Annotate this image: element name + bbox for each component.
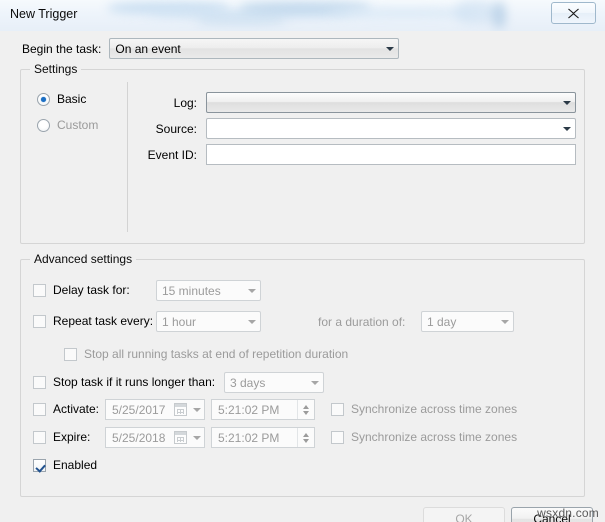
begin-task-label: Begin the task: bbox=[22, 41, 102, 56]
activate-label: Activate: bbox=[53, 402, 100, 416]
delay-task-select[interactable]: 15 minutes bbox=[156, 280, 261, 301]
begin-task-row: Begin the task: On an event bbox=[22, 38, 400, 59]
delay-task-value: 15 minutes bbox=[162, 283, 221, 298]
source-row: Source: bbox=[135, 118, 576, 139]
enabled-checkbox[interactable]: Enabled bbox=[33, 458, 97, 472]
chevron-down-icon bbox=[381, 46, 398, 51]
settings-separator bbox=[127, 82, 128, 232]
calendar-icon bbox=[174, 403, 187, 416]
repeat-interval-value: 1 hour bbox=[162, 314, 197, 329]
time-spinner-icon[interactable] bbox=[297, 400, 314, 419]
time-spinner-icon[interactable] bbox=[297, 428, 314, 447]
stop-longer-value: 3 days bbox=[230, 375, 266, 390]
enabled-label: Enabled bbox=[53, 458, 98, 472]
expire-checkbox[interactable]: Expire: bbox=[33, 430, 90, 444]
activate-time-picker[interactable]: 5:21:02 PM bbox=[211, 399, 315, 420]
chevron-down-icon bbox=[558, 126, 575, 131]
expire-date-value: 5/25/2018 bbox=[112, 430, 166, 445]
expire-sync-checkbox[interactable]: Synchronize across time zones bbox=[331, 430, 517, 444]
activate-checkbox[interactable]: Activate: bbox=[33, 402, 99, 416]
expire-time-picker[interactable]: 5:21:02 PM bbox=[211, 427, 315, 448]
settings-group: Settings Basic Custom Log: Source: Event… bbox=[20, 62, 585, 244]
titlebar-blur-artifact bbox=[330, 8, 480, 18]
begin-task-select[interactable]: On an event bbox=[109, 38, 400, 59]
expire-time-value: 5:21:02 PM bbox=[218, 430, 280, 445]
chevron-down-icon bbox=[558, 100, 575, 105]
radio-basic-indicator bbox=[37, 92, 50, 106]
close-button[interactable] bbox=[551, 2, 596, 24]
expire-date-picker[interactable]: 5/25/2018 bbox=[105, 427, 205, 448]
expire-label: Expire: bbox=[53, 430, 91, 444]
repeat-task-checkbox[interactable]: Repeat task every: bbox=[33, 314, 153, 328]
activate-time-value: 5:21:02 PM bbox=[218, 402, 280, 417]
radio-basic-label: Basic bbox=[57, 92, 87, 106]
chevron-down-icon bbox=[496, 319, 513, 324]
ok-button[interactable]: OK bbox=[423, 507, 505, 522]
activate-checkbox-indicator bbox=[33, 402, 46, 416]
duration-select[interactable]: 1 day bbox=[421, 311, 514, 332]
expire-sync-checkbox-indicator bbox=[331, 430, 344, 444]
delay-task-checkbox[interactable]: Delay task for: bbox=[33, 283, 130, 297]
source-label: Source: bbox=[155, 121, 197, 136]
dialog-content: Begin the task: On an event Settings Bas… bbox=[0, 31, 605, 522]
activate-date-value: 5/25/2017 bbox=[112, 402, 166, 417]
event-id-row: Event ID: bbox=[135, 144, 576, 165]
repeat-task-checkbox-indicator bbox=[33, 314, 46, 328]
new-trigger-dialog: New Trigger Begin the task: On an event … bbox=[0, 0, 605, 522]
repeat-interval-select[interactable]: 1 hour bbox=[156, 311, 261, 332]
advanced-settings-title: Advanced settings bbox=[30, 252, 137, 266]
chevron-down-icon bbox=[189, 435, 204, 440]
stop-longer-label: Stop task if it runs longer than: bbox=[53, 375, 216, 389]
radio-basic[interactable]: Basic bbox=[37, 92, 86, 106]
titlebar-blur-artifact bbox=[240, 1, 370, 14]
activate-date-picker[interactable]: 5/25/2017 bbox=[105, 399, 205, 420]
activate-sync-checkbox[interactable]: Synchronize across time zones bbox=[331, 402, 517, 416]
stop-repetition-checkbox-indicator bbox=[64, 347, 77, 361]
repeat-task-label: Repeat task every: bbox=[53, 314, 154, 328]
stop-longer-checkbox[interactable]: Stop task if it runs longer than: bbox=[33, 375, 215, 389]
titlebar-blur-artifact bbox=[196, 16, 286, 25]
titlebar-blur-artifact bbox=[150, 9, 350, 18]
title-bar: New Trigger bbox=[0, 0, 605, 32]
settings-group-title: Settings bbox=[30, 62, 82, 76]
chevron-down-icon bbox=[243, 319, 260, 324]
log-select[interactable] bbox=[206, 92, 576, 113]
event-id-label: Event ID: bbox=[147, 147, 197, 162]
chevron-down-icon bbox=[189, 407, 204, 412]
log-row: Log: bbox=[135, 92, 576, 113]
window-title: New Trigger bbox=[10, 7, 78, 21]
close-icon bbox=[567, 8, 580, 19]
activate-sync-label: Synchronize across time zones bbox=[351, 402, 518, 416]
titlebar-blur-artifact bbox=[108, 2, 228, 14]
watermark: wsxdn.com bbox=[537, 506, 599, 520]
radio-custom-indicator bbox=[37, 118, 50, 132]
begin-task-value: On an event bbox=[115, 41, 181, 56]
calendar-icon bbox=[174, 431, 187, 444]
duration-label: for a duration of: bbox=[318, 315, 406, 329]
delay-task-label: Delay task for: bbox=[53, 283, 130, 297]
delay-task-checkbox-indicator bbox=[33, 283, 46, 297]
stop-longer-select[interactable]: 3 days bbox=[224, 372, 324, 393]
radio-custom-label: Custom bbox=[57, 118, 99, 132]
expire-checkbox-indicator bbox=[33, 430, 46, 444]
source-select[interactable] bbox=[206, 118, 576, 139]
expire-sync-label: Synchronize across time zones bbox=[351, 430, 518, 444]
chevron-down-icon bbox=[306, 380, 323, 385]
ok-button-label: OK bbox=[455, 512, 473, 522]
radio-custom[interactable]: Custom bbox=[37, 118, 98, 132]
log-label: Log: bbox=[173, 95, 197, 110]
advanced-settings-group: Advanced settings Delay task for: 15 min… bbox=[20, 252, 585, 497]
stop-repetition-label: Stop all running tasks at end of repetit… bbox=[84, 347, 349, 361]
duration-value: 1 day bbox=[427, 314, 457, 329]
enabled-checkbox-indicator bbox=[33, 458, 46, 472]
event-id-input[interactable] bbox=[206, 144, 576, 165]
titlebar-blur-artifact bbox=[455, 0, 495, 24]
activate-sync-checkbox-indicator bbox=[331, 402, 344, 416]
stop-repetition-checkbox[interactable]: Stop all running tasks at end of repetit… bbox=[64, 347, 348, 361]
titlebar-blur-artifact bbox=[492, 2, 506, 28]
chevron-down-icon bbox=[243, 288, 260, 293]
stop-longer-checkbox-indicator bbox=[33, 375, 46, 389]
